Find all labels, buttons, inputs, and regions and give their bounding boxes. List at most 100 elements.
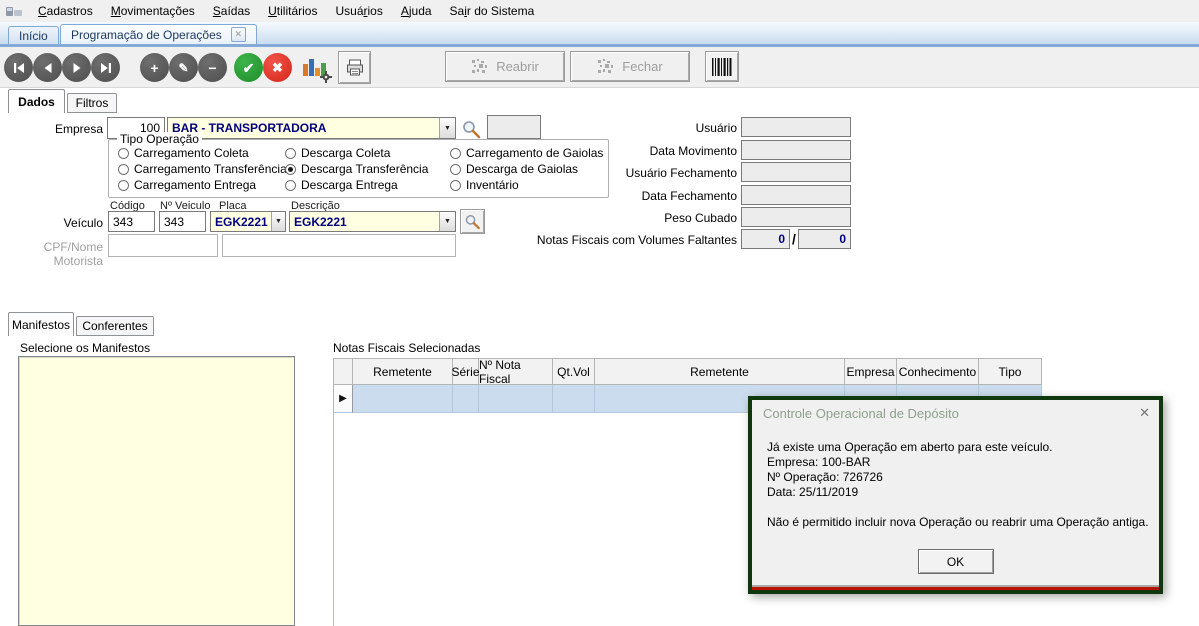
grid-col-serie[interactable]: Série [453,358,479,385]
radio-descarga-transferencia[interactable]: Descarga Transferência [285,162,428,176]
print-button[interactable] [338,51,371,84]
document-tab-strip: Início Programação de Operações ✕ [0,22,1199,47]
radio-carregamento-coleta[interactable]: Carregamento Coleta [118,146,249,160]
tipo-operacao-title: Tipo Operação [117,132,202,146]
grid-col-empresa[interactable]: Empresa [845,358,897,385]
dialog-bottom-red-strip [752,587,1159,590]
motorista-label: CPF/Nome Motorista [0,240,103,268]
notas-fiscais-title: Notas Fiscais Selecionadas [333,341,480,355]
edit-pencil-icon: ✎ [178,62,188,74]
empresa-aux-field [487,115,541,139]
nav-next-button[interactable] [62,53,91,82]
menu-utilitarios[interactable]: Utilitários [259,0,326,22]
chevron-down-icon[interactable]: ▼ [439,118,455,138]
search-icon [464,213,482,230]
menu-bar: Cadastros Movimentações Saídas Utilitári… [0,0,1199,22]
chart-button[interactable] [303,55,329,81]
menu-ajuda[interactable]: Ajuda [392,0,441,22]
chevron-down-icon[interactable]: ▼ [439,212,455,231]
chevron-down-icon[interactable]: ▼ [271,212,285,231]
menu-saidas[interactable]: Saídas [204,0,259,22]
veiculo-codigo-field[interactable] [108,211,155,232]
barcode-button[interactable] [705,51,739,82]
veiculo-search-button[interactable] [460,209,485,234]
nav-first-button[interactable] [4,53,33,82]
print-icon [345,59,365,77]
confirm-button[interactable]: ✔ [234,53,263,82]
menu-usuarios[interactable]: Usuários [326,0,391,22]
grid-col-marker [333,358,353,385]
menu-movimentacoes[interactable]: Movimentações [102,0,204,22]
veiculo-numero-field[interactable] [159,211,206,232]
selecione-manifestos-label: Selecione os Manifestos [20,341,150,355]
grid-col-num-nota-fiscal[interactable]: Nº Nota Fiscal [479,358,553,385]
radio-icon [285,148,296,159]
tab-manifestos[interactable]: Manifestos [8,312,74,336]
nav-next-icon [70,61,84,75]
tab-inicio[interactable]: Início [8,26,59,44]
dialog-line: Não é permitido incluir nova Operação ou… [767,515,1151,530]
tab-filtros[interactable]: Filtros [67,93,117,113]
motorista-cpf-field [108,234,218,257]
dialog-line: Empresa: 100-BAR [767,455,1151,470]
data-fechamento-label: Data Fechamento [537,189,737,203]
data-fechamento-field [741,185,851,205]
radio-descarga-entrega[interactable]: Descarga Entrega [285,178,398,192]
usuario-field [741,117,851,137]
check-icon: ✔ [243,61,255,75]
edit-button[interactable]: ✎ [169,53,198,82]
empresa-combo[interactable]: BAR - TRANSPORTADORA ▼ [167,117,456,139]
reabrir-button[interactable]: Reabrir [445,51,565,82]
radio-carregamento-entrega[interactable]: Carregamento Entrega [118,178,256,192]
dialog-title: Controle Operacional de Depósito [763,406,959,421]
manifestos-listbox[interactable] [18,356,295,626]
grid-col-remetente[interactable]: Remetente [353,358,453,385]
descricao-combo[interactable]: EGK2221 ▼ [289,211,456,232]
radio-icon [285,180,296,191]
placa-combo[interactable]: EGK2221 ▼ [210,211,286,232]
tab-dados[interactable]: Dados [8,89,65,113]
barcode-icon [711,57,733,77]
row-marker-icon: ▶ [339,393,347,404]
radio-icon [450,180,461,191]
menu-cadastros[interactable]: Cadastros [29,0,102,22]
veiculo-label: Veículo [0,216,103,230]
add-button[interactable]: + [140,53,169,82]
tab-conferentes[interactable]: Conferentes [76,316,154,336]
radio-carregamento-transferencia[interactable]: Carregamento Transferência [118,162,287,176]
radio-icon [450,148,461,159]
grid-col-remetente-2[interactable]: Remetente [595,358,845,385]
radio-inventario[interactable]: Inventário [450,178,519,192]
notas-fiscais-faltantes-label: Notas Fiscais com Volumes Faltantes [497,233,737,247]
cancel-button[interactable]: ✖ [263,53,292,82]
radio-descarga-coleta[interactable]: Descarga Coleta [285,146,390,160]
grid-col-qt-vol[interactable]: Qt.Vol [553,358,595,385]
cancel-x-icon: ✖ [272,61,283,74]
radio-icon [118,148,129,159]
motorista-nome-field [222,234,456,257]
controle-operacional-dialog: Controle Operacional de Depósito ✕ Já ex… [748,396,1163,594]
delete-button[interactable]: − [198,53,227,82]
nav-last-button[interactable] [91,53,120,82]
grid-col-conhecimento[interactable]: Conhecimento [897,358,979,385]
volumes-faltantes-field-1 [741,229,790,249]
data-movimento-label: Data Movimento [537,144,737,158]
fechar-button[interactable]: Fechar [570,51,690,82]
usuario-label: Usuário [537,121,737,135]
menu-sair[interactable]: Sair do Sistema [441,0,544,22]
add-icon: + [150,61,158,75]
tab-programacao-de-operacoes[interactable]: Programação de Operações ✕ [60,24,257,44]
close-icon[interactable]: ✕ [231,27,246,42]
grid-col-tipo[interactable]: Tipo [979,358,1042,385]
volumes-faltantes-field-2 [798,229,851,249]
search-icon[interactable] [461,119,483,139]
dialog-line: Já existe uma Operação em aberto para es… [767,440,1151,455]
data-movimento-field [741,140,851,160]
ok-button[interactable]: OK [918,549,994,574]
close-icon[interactable]: ✕ [1139,405,1150,421]
close-operation-icon [597,59,615,75]
peso-cubado-field [741,207,851,227]
nav-prev-button[interactable] [33,53,62,82]
grid-header-row: Remetente Série Nº Nota Fiscal Qt.Vol Re… [333,358,1042,385]
minus-icon: − [208,61,216,75]
